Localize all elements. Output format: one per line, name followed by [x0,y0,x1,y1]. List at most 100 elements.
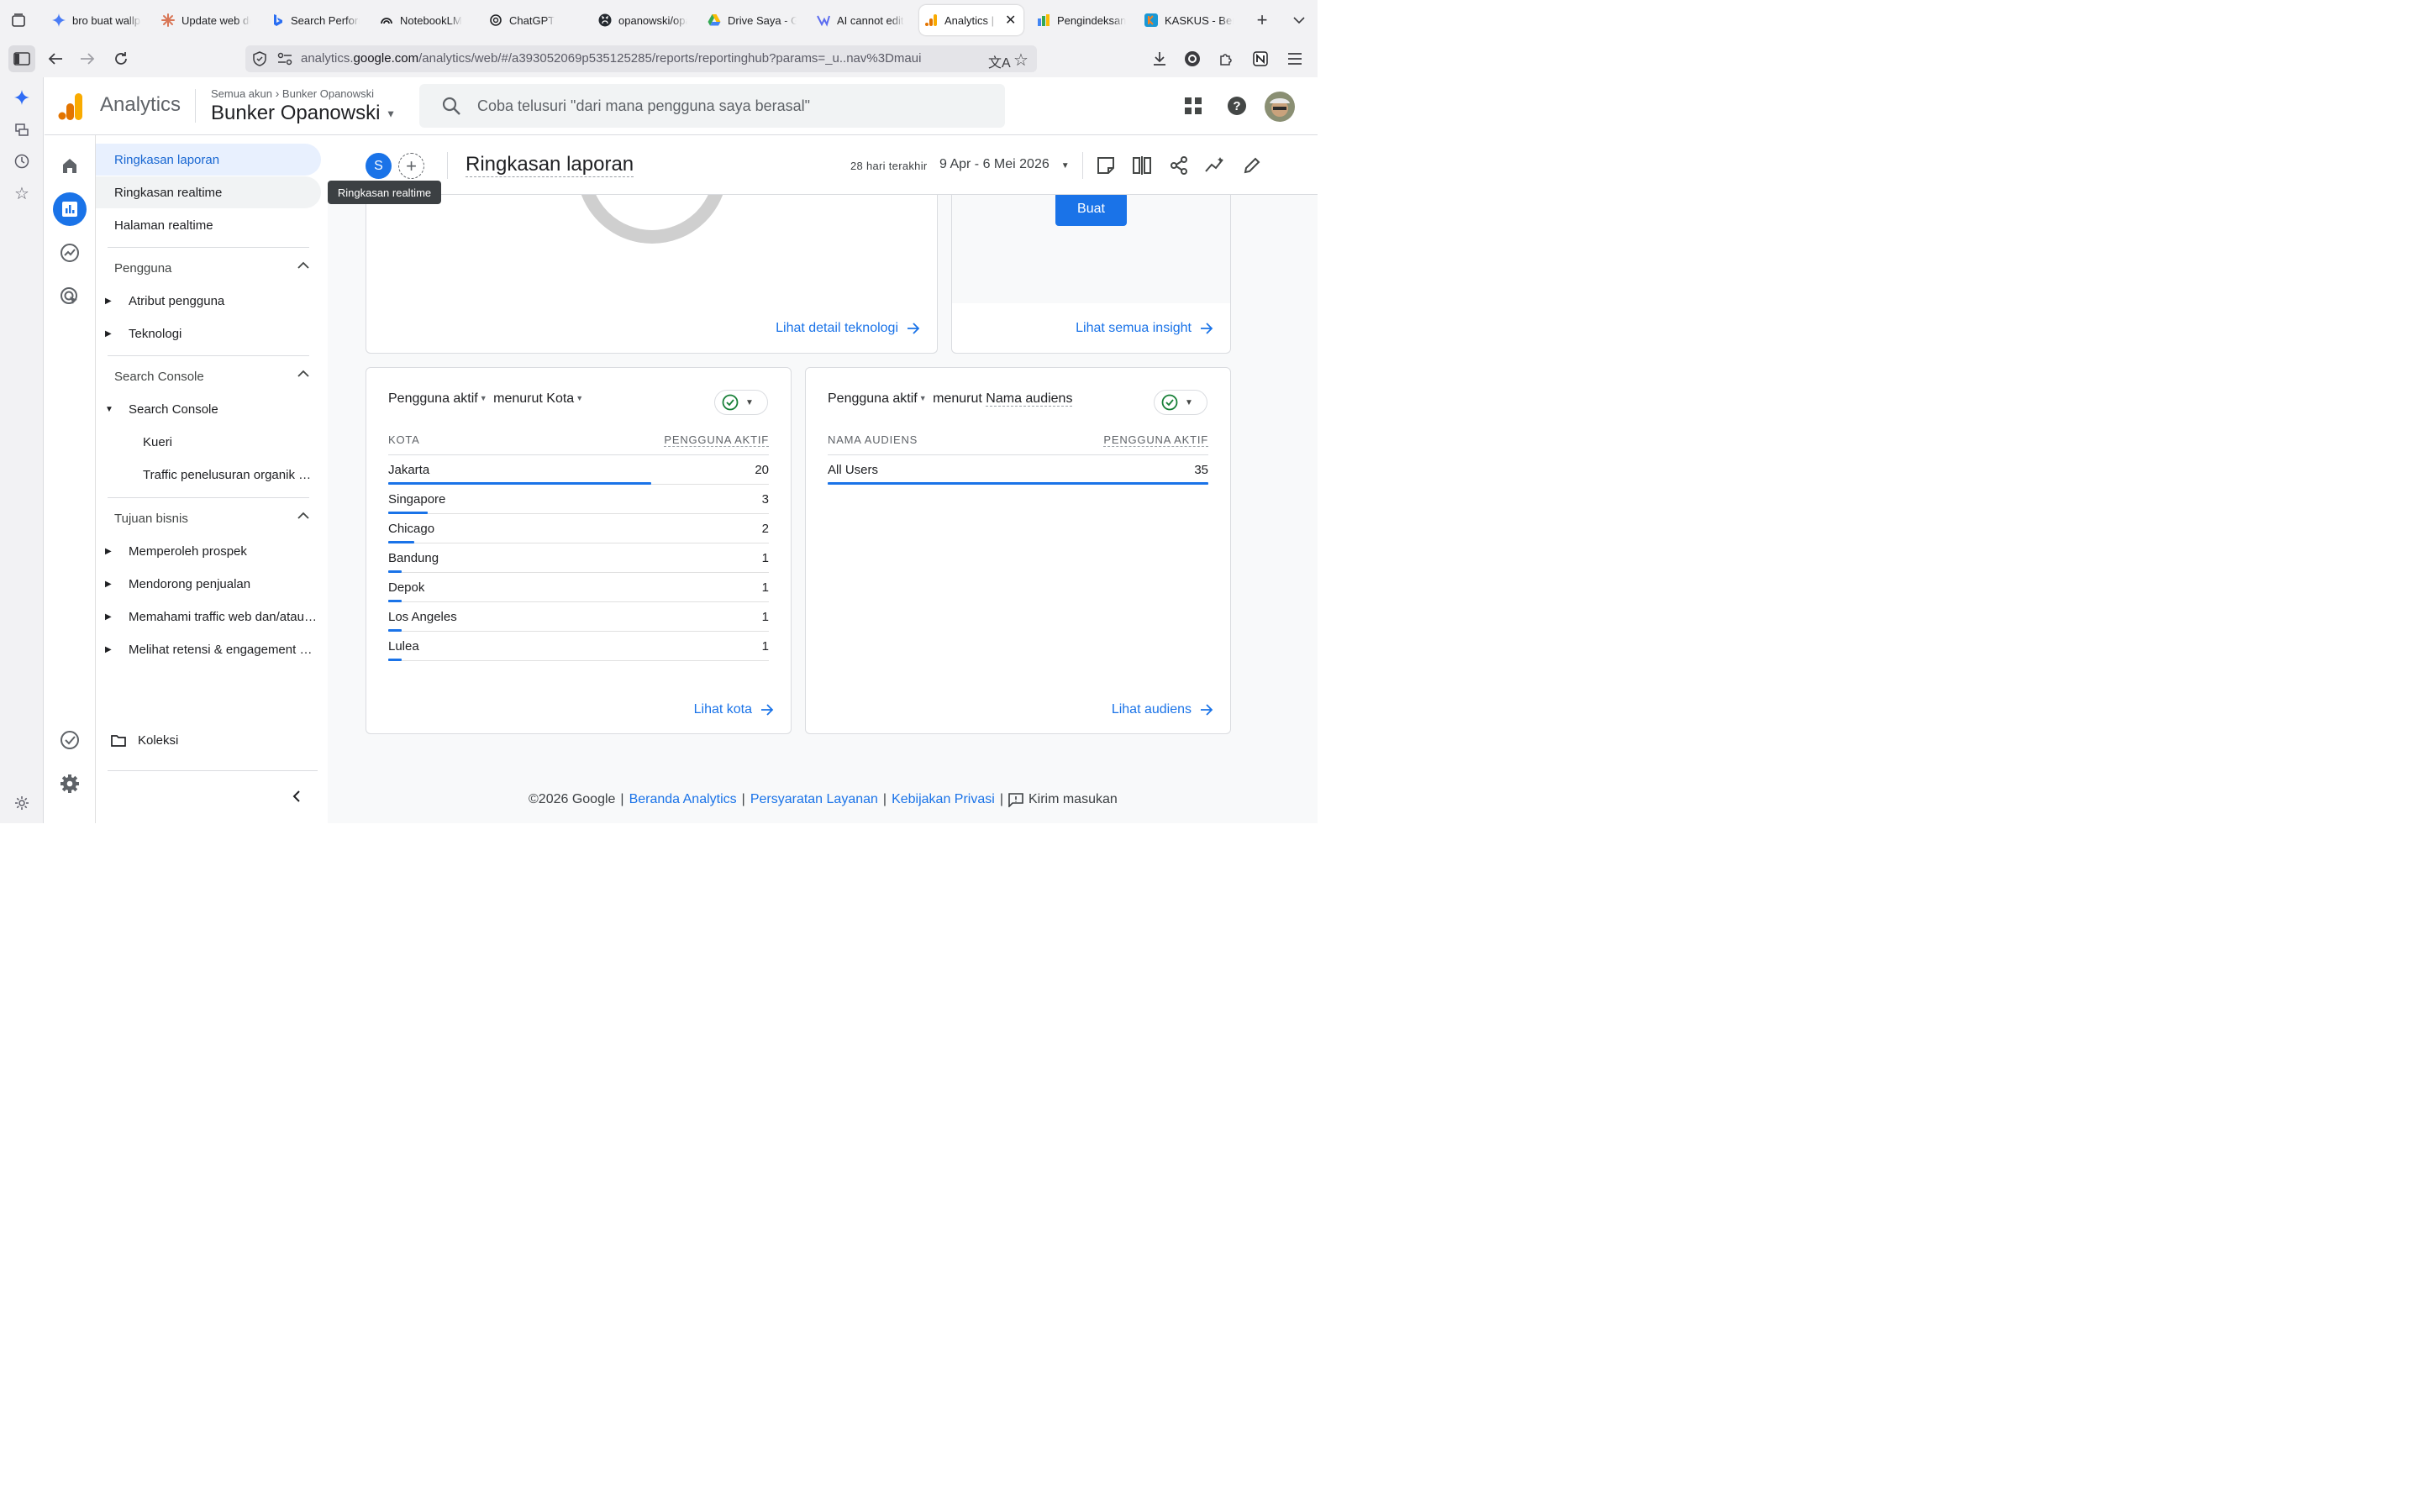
extension-o-icon[interactable] [1179,45,1206,72]
table-row[interactable]: Los Angeles 1 [388,602,769,632]
tab-overview-icon[interactable] [5,7,32,34]
audience-view-link[interactable]: Lihat audiens [1112,702,1213,717]
site-settings-icon[interactable] [277,52,292,66]
metric-selector[interactable]: Pengguna aktif [388,391,478,406]
tab-notebooklm[interactable]: NotebookLM [375,5,474,35]
metric-selector[interactable]: Pengguna aktif [828,391,918,406]
nav-item-memahami-traffic[interactable]: ▶ Memahami traffic web dan/atau aplikasi [96,601,321,633]
bookmarks-star-icon[interactable]: ☆ [12,183,32,203]
nav-item-ringkasan-laporan[interactable]: Ringkasan laporan [96,144,321,176]
nav-item-kueri[interactable]: Kueri [96,426,321,458]
admin-gear-icon[interactable] [53,767,87,801]
history-clock-icon[interactable] [12,151,32,171]
feedback-button[interactable]: Kirim masukan [1008,792,1118,807]
customize-gear-icon[interactable] [12,793,32,813]
tab-claude-code[interactable]: AI cannot edit [812,5,911,35]
compare-columns-icon[interactable] [1130,154,1154,177]
search-box[interactable]: Coba telusuri "dari mana pengguna saya b… [419,84,1005,128]
nav-section-tujuan-bisnis[interactable]: Tujuan bisnis [96,502,321,534]
table-row[interactable]: Singapore 3 [388,485,769,514]
dimension-label[interactable]: Nama audiens [986,391,1073,407]
tab-search-console[interactable]: Pengindeksan [1032,5,1131,35]
table-row[interactable]: Jakarta 20 [388,455,769,485]
ai-sparkle-icon[interactable] [12,87,32,108]
analytics-logo-icon[interactable] [58,93,83,120]
sidebar-toggle-icon[interactable] [8,45,35,72]
avatar[interactable] [1265,92,1295,122]
reload-icon[interactable] [108,45,134,72]
nav-section-search-console[interactable]: Search Console [96,360,321,392]
tech-detail-link[interactable]: Lihat detail teknologi [776,321,920,336]
extensions-puzzle-icon[interactable] [1213,45,1239,72]
nav-item-search-console-group[interactable]: ▼ Search Console [96,393,321,425]
city-view-link[interactable]: Lihat kota [694,702,774,717]
insights-trend-icon[interactable] [1203,154,1227,177]
menu-hamburger-icon[interactable] [1281,45,1308,72]
add-comparison-plus-icon[interactable]: + [398,153,424,179]
table-row[interactable]: Lulea 1 [388,632,769,661]
all-insights-link[interactable]: Lihat semua insight [1076,321,1213,336]
breadcrumb-account[interactable]: Bunker Opanowski [282,87,374,100]
date-range-label[interactable]: 28 hari terakhir [850,160,928,172]
nav-item-memperoleh-prospek[interactable]: ▶ Memperoleh prospek [96,535,321,567]
comparison-avatar[interactable]: S [366,153,392,179]
column-header-active-users[interactable]: PENGGUNA AKTIF [664,433,769,447]
comparison-status-button[interactable]: ▼ [714,390,768,415]
tab-github[interactable]: opanowski/opanowski [593,5,692,35]
nav-item-halaman-realtime[interactable]: Halaman realtime [96,209,321,241]
table-row[interactable]: Chicago 2 [388,514,769,543]
edit-note-icon[interactable] [1094,154,1118,177]
dimension-selector[interactable]: Kota [546,391,574,406]
tab-bing[interactable]: Search Performance [266,5,365,35]
date-range-picker[interactable]: 9 Apr - 6 Mei 2026 ▼ [939,157,1070,172]
tab-claude[interactable]: Update web dengan [156,5,255,35]
comparison-status-button[interactable]: ▼ [1154,390,1207,415]
nav-section-pengguna[interactable]: Pengguna [96,252,321,284]
collapse-chevron-left-icon[interactable] [287,787,306,806]
notion-icon[interactable] [1247,45,1274,72]
tab-list-chevron-icon[interactable] [1286,7,1313,34]
nav-item-teknologi[interactable]: ▶ Teknologi [96,318,321,349]
explore-icon[interactable] [53,236,87,270]
download-icon[interactable] [1146,45,1173,72]
tab-chatgpt[interactable]: ChatGPT [484,5,583,35]
help-icon[interactable]: ? [1223,92,1250,119]
reports-icon[interactable] [53,192,87,226]
tab-kaskus[interactable]: KASKUS - Berbagi [1139,5,1239,35]
caret-down-icon[interactable]: ▼ [919,394,927,402]
forward-arrow-icon[interactable] [74,45,101,72]
nav-item-mendorong-penjualan[interactable]: ▶ Mendorong penjualan [96,568,321,600]
create-insight-button[interactable]: Buat [1055,192,1127,226]
url-text[interactable]: analytics.google.com/analytics/web/#/a39… [301,51,921,66]
synced-tabs-icon[interactable] [12,119,32,139]
tab-close-icon[interactable]: ✕ [1005,12,1016,29]
caret-down-icon[interactable]: ▼ [480,394,487,402]
nav-item-ringkasan-realtime[interactable]: Ringkasan realtime [96,176,321,208]
bookmark-star-icon[interactable]: ☆ [1013,50,1028,71]
new-tab-plus-icon[interactable]: + [1249,7,1276,34]
nav-item-melihat-retensi[interactable]: ▶ Melihat retensi & engagement pengguna [96,633,321,665]
footer-link-terms[interactable]: Persyaratan Layanan [750,792,878,807]
home-icon[interactable] [53,149,87,182]
share-icon[interactable] [1167,154,1191,177]
insights-check-icon[interactable] [53,723,87,757]
caret-down-icon[interactable]: ▼ [576,394,583,402]
nav-item-atribut-pengguna[interactable]: ▶ Atribut pengguna [96,285,321,317]
breadcrumb-all-accounts[interactable]: Semua akun [211,87,272,100]
table-row[interactable]: All Users 35 [828,455,1208,485]
footer-link-analytics-home[interactable]: Beranda Analytics [629,792,737,807]
table-row[interactable]: Bandung 1 [388,543,769,573]
translate-icon[interactable]: 文A [988,51,1011,71]
address-bar[interactable]: analytics.google.com/analytics/web/#/a39… [245,45,1037,72]
column-header-active-users[interactable]: PENGGUNA AKTIF [1103,433,1208,447]
shield-icon[interactable] [252,51,267,66]
breadcrumb[interactable]: Semua akun › Bunker Opanowski [211,87,374,100]
nav-item-traffic-organik[interactable]: Traffic penelusuran organik Google [96,459,321,491]
edit-pencil-icon[interactable] [1240,154,1264,177]
table-row[interactable]: Depok 1 [388,573,769,602]
tab-analytics[interactable]: Analytics | Ringkasan ✕ [919,5,1023,35]
apps-grid-icon[interactable] [1180,92,1207,119]
property-selector[interactable]: Bunker Opanowski ▼ [211,102,396,125]
nav-item-koleksi[interactable]: Koleksi [96,724,321,756]
tab-drive[interactable]: Drive Saya - Google [702,5,802,35]
